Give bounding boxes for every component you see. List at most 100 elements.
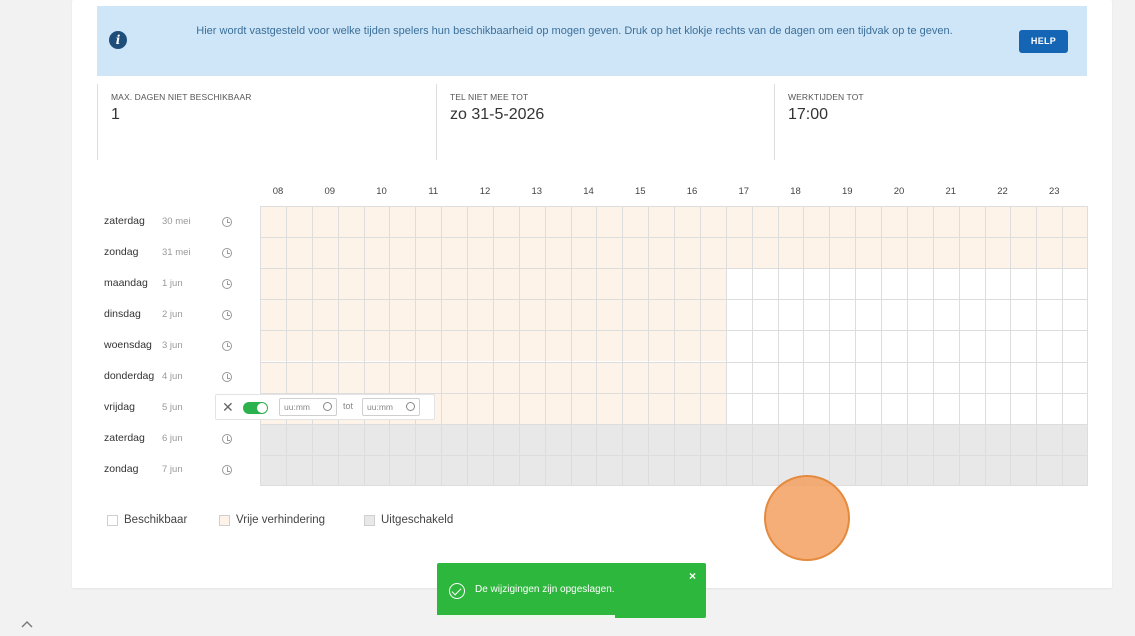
legend-label-free-hindrance: Vrije verhindering (236, 514, 326, 526)
hour-label-20: 20 (893, 186, 905, 197)
grid-vline (285, 206, 287, 486)
grid-vline (958, 206, 960, 486)
grid-vline (363, 206, 365, 486)
hour-label-11: 11 (428, 186, 439, 197)
count-until-label: TEL NIET MEE TOT (450, 92, 529, 102)
hour-label-16: 16 (686, 186, 698, 197)
work-hours-value[interactable]: 17:00 (788, 106, 828, 124)
hour-label-14: 14 (583, 186, 594, 197)
from-time-input[interactable]: uu:mm (279, 398, 337, 416)
grid-vline (467, 206, 468, 486)
day-date: 30 mei (162, 215, 191, 227)
grid-vline (803, 206, 805, 486)
grid-vline (337, 206, 339, 486)
day-label: maandag (104, 276, 148, 289)
day-date: 31 mei (162, 246, 191, 258)
day-label: zondag (104, 463, 139, 476)
grid-vline (1036, 206, 1038, 486)
grid-vline (777, 206, 779, 486)
legend-swatch-available (107, 515, 118, 526)
hour-label-13: 13 (531, 186, 543, 197)
clock-icon (323, 402, 332, 411)
grid-hline (260, 361, 1088, 363)
grid-vline (855, 206, 857, 486)
clock-icon[interactable] (222, 247, 232, 258)
hour-label-15: 15 (634, 186, 646, 197)
hour-label-10: 10 (376, 186, 387, 197)
toast-close-icon[interactable]: × (689, 569, 696, 583)
toast-progress-bar (437, 615, 615, 618)
hour-label-19: 19 (841, 186, 853, 197)
grid-hline (260, 330, 1088, 332)
grid-hline (260, 485, 1088, 486)
clock-icon (406, 402, 415, 411)
grid-vline (751, 206, 753, 486)
max-days-value[interactable]: 1 (111, 106, 120, 124)
hour-label-21: 21 (945, 186, 957, 197)
grid-vline (596, 206, 598, 486)
grid-vline (415, 206, 417, 486)
grid-vline (829, 206, 831, 486)
hour-label-18: 18 (790, 186, 801, 197)
clock-icon[interactable] (222, 309, 232, 320)
day-label: zaterdag (104, 432, 145, 445)
count-until-field[interactable]: TEL NIET MEE TOT zo 31-5-2026 (436, 84, 774, 160)
grid-vline (570, 206, 572, 486)
count-until-value[interactable]: zo 31-5-2026 (450, 106, 544, 124)
availability-grid[interactable] (260, 206, 1088, 486)
info-text: Hier wordt vastgesteld voor welke tijden… (196, 25, 953, 37)
grid-hline (260, 206, 1088, 207)
hour-label-17: 17 (738, 186, 750, 197)
clock-icon[interactable] (222, 278, 232, 289)
info-banner: i Hier wordt vastgesteld voor welke tijd… (97, 6, 1087, 76)
grid-vline (648, 206, 650, 486)
grid-vline (260, 206, 261, 486)
day-date: 6 jun (162, 433, 183, 445)
day-date: 4 jun (162, 371, 183, 383)
to-label: tot (343, 401, 354, 411)
click-indicator (764, 475, 850, 561)
help-button[interactable]: HELP (1019, 30, 1068, 53)
grid-vline (932, 206, 934, 486)
work-hours-label: WERKTIJDEN TOT (788, 92, 864, 102)
grid-vline (906, 206, 908, 486)
hour-label-12: 12 (479, 186, 491, 197)
grid-hline (260, 268, 1088, 270)
max-days-label: MAX. DAGEN NIET BESCHIKBAAR (111, 92, 252, 102)
grid-vline (1062, 206, 1064, 486)
clock-icon[interactable] (222, 340, 232, 351)
grid-hline (260, 299, 1088, 301)
grid-vline (544, 206, 546, 486)
legend-swatch-free-hindrance (219, 515, 230, 526)
day-date: 1 jun (162, 277, 183, 289)
grid-hline (260, 454, 1088, 456)
grid-hline (260, 237, 1088, 239)
grid-vline (518, 206, 520, 486)
hour-label-08: 08 (272, 186, 284, 197)
scroll-up-chevron-icon[interactable] (20, 618, 38, 632)
grid-vline (1010, 206, 1012, 486)
enable-toggle[interactable] (243, 402, 268, 414)
clock-icon[interactable] (222, 372, 232, 383)
check-circle-icon (449, 583, 465, 599)
close-icon[interactable]: ✕ (222, 399, 234, 415)
day-label: woensdag (104, 338, 152, 351)
grid-vline (441, 206, 443, 486)
day-label: donderdag (104, 370, 155, 383)
grid-vline (389, 206, 391, 486)
grid-vline (984, 206, 986, 486)
clock-icon[interactable] (222, 216, 232, 227)
day-label: dinsdag (104, 307, 141, 320)
day-label: zaterdag (104, 214, 145, 227)
max-days-field[interactable]: MAX. DAGEN NIET BESCHIKBAAR 1 (97, 84, 436, 160)
grid-vline (881, 206, 882, 486)
to-time-input[interactable]: uu:mm (362, 398, 420, 416)
day-label: vrijdag (104, 401, 135, 414)
hour-label-22: 22 (997, 186, 1008, 197)
grid-vline (492, 206, 494, 486)
hour-label-23: 23 (1048, 186, 1060, 197)
work-hours-field[interactable]: WERKTIJDEN TOT 17:00 (774, 84, 1087, 160)
info-icon: i (109, 31, 127, 49)
day-date: 2 jun (162, 308, 183, 320)
grid-vline (311, 206, 313, 486)
